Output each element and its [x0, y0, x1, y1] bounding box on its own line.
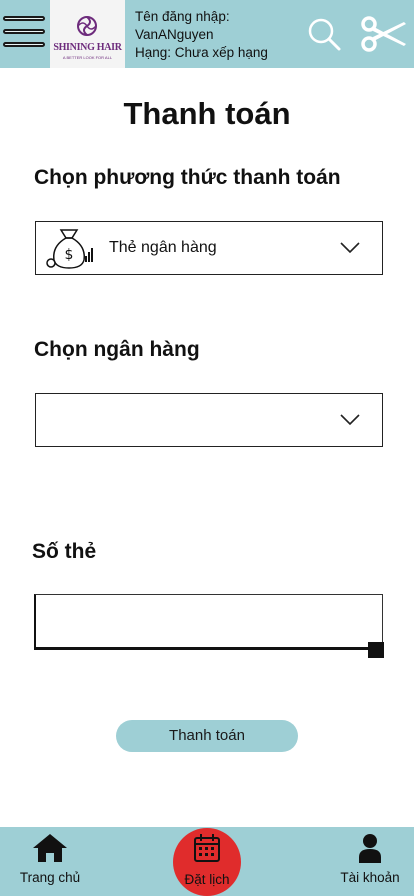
- calendar-icon: [194, 834, 220, 862]
- nav-home[interactable]: Trang chủ: [10, 833, 90, 885]
- app-header: SHINING HAIR A BETTER LOOK FOR ALL Tên đ…: [0, 0, 414, 68]
- username-label: Tên đăng nhập:: [135, 9, 230, 24]
- money-bag-icon: $: [46, 229, 93, 269]
- hamburger-menu-icon[interactable]: [3, 16, 45, 52]
- chevron-down-icon: [340, 414, 360, 426]
- user-rank: Hạng: Chưa xếp hạng: [135, 45, 268, 60]
- nav-booking-label: Đặt lịch: [184, 872, 230, 887]
- resize-handle[interactable]: [368, 642, 384, 658]
- scissors-icon[interactable]: [360, 14, 408, 54]
- search-icon[interactable]: [306, 16, 342, 52]
- bank-label: Chọn ngân hàng: [34, 338, 200, 361]
- payment-method-label: Chọn phương thức thanh toán: [34, 166, 341, 189]
- chevron-down-icon: [340, 242, 360, 254]
- brand-logo[interactable]: SHINING HAIR A BETTER LOOK FOR ALL: [50, 0, 125, 68]
- pay-button[interactable]: Thanh toán: [116, 720, 298, 752]
- user-icon: [359, 834, 381, 863]
- home-icon: [33, 834, 67, 862]
- svg-text:$: $: [65, 247, 74, 263]
- logo-tagline: A BETTER LOOK FOR ALL: [62, 55, 113, 60]
- bank-select[interactable]: [35, 393, 383, 447]
- card-number-input[interactable]: [34, 594, 383, 650]
- payment-method-select[interactable]: $ Thẻ ngân hàng: [35, 221, 383, 275]
- page-title: Thanh toán: [123, 96, 291, 131]
- nav-home-label: Trang chủ: [19, 870, 81, 885]
- logo-brand-text: SHINING HAIR: [53, 42, 122, 53]
- nav-account-label: Tài khoản: [340, 870, 400, 885]
- card-number-label: Số thẻ: [32, 540, 97, 563]
- username-value: VanANguyen: [135, 27, 214, 42]
- nav-account[interactable]: Tài khoản: [330, 833, 410, 885]
- payment-method-value: Thẻ ngân hàng: [109, 239, 217, 256]
- user-info: Tên đăng nhập: VanANguyen Hạng: Chưa xếp…: [135, 8, 268, 62]
- logo-swirl-icon: [77, 16, 97, 36]
- nav-booking[interactable]: Đặt lịch: [173, 828, 241, 896]
